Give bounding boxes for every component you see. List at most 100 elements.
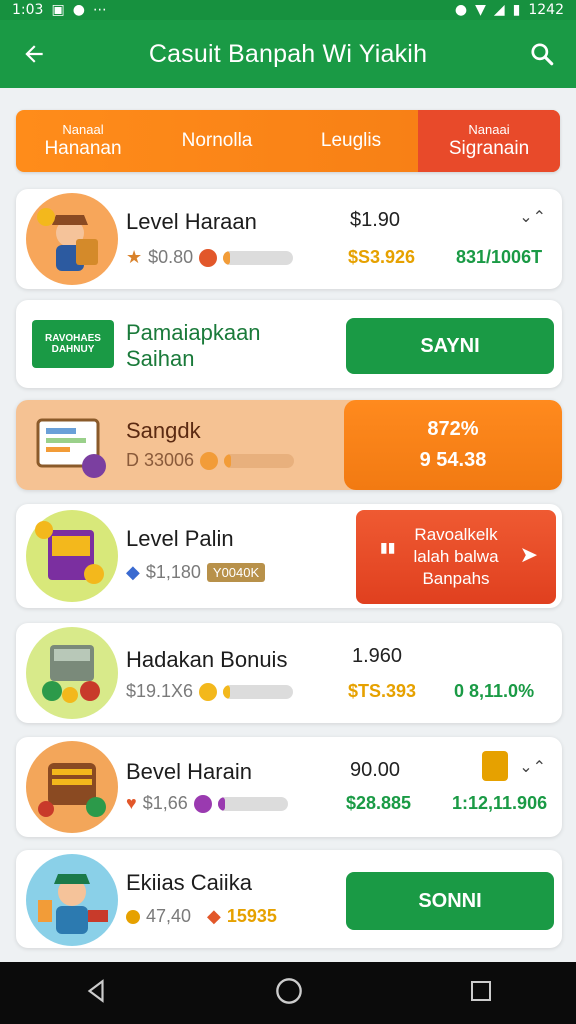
- ravoalkelk-button[interactable]: Ravoalkelk lalah balwa Banpahs ▮▮ ➤: [356, 510, 556, 604]
- item-sub-value: 47,40: [146, 906, 192, 926]
- arrow-right-icon: ➤: [519, 542, 538, 567]
- wifi-icon: ▼: [475, 2, 486, 18]
- item-sub-value: $1,66: [142, 793, 188, 813]
- item-sub-value: $1,180: [145, 562, 201, 582]
- item-price: $1.90: [350, 209, 401, 231]
- avatar: [26, 627, 118, 719]
- status-time: 1:03: [12, 2, 44, 18]
- item-name: Hadakan Bonuis: [126, 647, 288, 672]
- amount-value: 9 54.38: [419, 449, 487, 471]
- search-icon[interactable]: [526, 38, 558, 70]
- tab-label: Leuglis: [320, 130, 382, 151]
- star-icon: ★: [126, 247, 143, 267]
- notification-icon: ▣: [51, 2, 65, 18]
- item-subtitle: ♥ $1,66: [126, 793, 288, 814]
- item-name: Sangdk: [126, 418, 201, 443]
- coin-icon: [193, 794, 212, 813]
- more-icon: ⋯: [92, 2, 107, 18]
- progress-fill: [217, 796, 225, 811]
- item-green-value: $28.885: [346, 793, 412, 813]
- tab-bar: Nanaal Hananan Nornolla Leuglis Nanaai S…: [16, 110, 560, 172]
- item-sub-value: $19.1X6: [126, 681, 194, 701]
- item-green-value-2: 1:12,11.906: [452, 793, 548, 813]
- list-item-level-palin[interactable]: Level Palin ◆ $1,180 Y0040K Ravoalkelk l…: [16, 504, 562, 608]
- item-name: Bevel Harain: [126, 759, 252, 784]
- list-item-pamaiapkaan[interactable]: RAVOHAES DAHNUY Pamaiapkaan Saihan SAYNI: [16, 300, 562, 388]
- fire-icon: ◆: [207, 906, 221, 926]
- item-green-value: 831/1006T: [456, 247, 543, 267]
- badge-logo: RAVOHAES DAHNUY: [32, 320, 114, 368]
- saynI-button[interactable]: SAYNI: [346, 318, 554, 374]
- list-item-level-haraan[interactable]: Level Haraan ★ $0.80 $1.90 $S3.926 831/1…: [16, 189, 562, 289]
- back-nav-icon[interactable]: [83, 978, 109, 1009]
- app-bar: Casuit Banpah Wi Yiakih: [0, 20, 576, 88]
- progress-fill: [223, 684, 231, 699]
- tab-leuglis[interactable]: Leuglis: [284, 110, 418, 172]
- coin-icon: [199, 682, 218, 701]
- progress-bar: [223, 250, 294, 265]
- item-gold-value: $TS.393: [348, 681, 417, 701]
- tablet-icon: [34, 414, 114, 483]
- coin-icon: [199, 248, 218, 267]
- item-price: 90.00: [350, 759, 401, 781]
- status-bar: 1:03 ▣ ● ⋯ ● ▼ ◢ ▮ 1242: [0, 0, 576, 20]
- progress-bar: [223, 684, 294, 699]
- signal-icon: ◢: [493, 2, 505, 18]
- chevron-toggle-icon[interactable]: ⌄⌃: [519, 757, 546, 777]
- item-subtitle: $19.1X6: [126, 681, 294, 702]
- item-green-value: 0 8,11.0%: [454, 681, 535, 701]
- item-title-line2: Saihan: [126, 346, 195, 371]
- progress-fill: [223, 250, 231, 265]
- list-item-bevel-harain[interactable]: Bevel Harain ♥ $1,66 90.00 $28.885 1:12,…: [16, 737, 562, 837]
- coin-stack-icon: [482, 751, 508, 781]
- item-gold-value: $S3.926: [348, 247, 416, 267]
- button-line2: lalah balwa: [413, 547, 499, 566]
- system-nav-bar: [0, 962, 576, 1024]
- list-item-sangdk[interactable]: Sangdk D 33006 872% 9 54.38: [16, 400, 562, 490]
- percent-value: 872%: [427, 418, 479, 440]
- item-sub-value: D 33006: [126, 450, 195, 470]
- coin-icon: [126, 909, 140, 924]
- tab-small-label: Nanaai: [468, 122, 510, 137]
- tab-label: Sigranain: [448, 138, 530, 159]
- item-subtitle: ◆ $1,180 Y0040K: [126, 562, 266, 583]
- item-subtitle: ★ $0.80: [126, 247, 294, 268]
- tab-label: Hananan: [44, 138, 122, 159]
- item-name: Ekiias Caiika: [126, 870, 252, 895]
- heart-icon: ♥: [126, 793, 137, 813]
- item-title-line1: Pamaiapkaan: [126, 320, 261, 345]
- item-price: 1.960: [352, 645, 403, 667]
- item-subtitle: D 33006: [126, 450, 295, 471]
- progress-bar: [224, 453, 295, 468]
- home-nav-icon[interactable]: [275, 977, 303, 1010]
- item-name: Level Palin: [126, 526, 234, 551]
- progress-fill: [224, 453, 232, 468]
- location-icon: ●: [454, 2, 468, 18]
- stats-panel[interactable]: 872% 9 54.38: [344, 400, 562, 490]
- tab-nornolla[interactable]: Nornolla: [150, 110, 284, 172]
- avatar: [26, 854, 118, 946]
- item-subtitle: 47,40 ◆ 15935: [126, 906, 277, 927]
- tab-sigranain[interactable]: Nanaai Sigranain: [418, 110, 560, 172]
- button-line3: Banpahs: [422, 569, 490, 588]
- item-tag: Y0040K: [206, 563, 266, 582]
- recents-nav-icon[interactable]: [469, 979, 493, 1008]
- sonni-button[interactable]: SONNI: [346, 872, 554, 930]
- coin-icon: [200, 451, 219, 470]
- page-title: Casuit Banpah Wi Yiakih: [148, 39, 428, 68]
- list-item-hadakan-bonuis[interactable]: Hadakan Bonuis $19.1X6 1.960 $TS.393 0 8…: [16, 623, 562, 723]
- pause-icon: ▮▮: [380, 539, 396, 555]
- back-arrow-icon[interactable]: [18, 38, 50, 70]
- item-sub-value: $0.80: [148, 247, 194, 267]
- list-item-ekiias-caiika[interactable]: Ekiias Caiika 47,40 ◆ 15935 SONNI: [16, 850, 562, 948]
- item-name: Level Haraan: [126, 209, 257, 234]
- avatar: [26, 741, 118, 833]
- tab-label: Nornolla: [181, 130, 253, 151]
- tab-small-label: Nanaal: [62, 122, 104, 137]
- shield-icon: ◆: [126, 562, 140, 582]
- button-line1: Ravoalkelk: [414, 525, 498, 544]
- chevron-toggle-icon[interactable]: ⌄⌃: [519, 207, 546, 227]
- tab-hananan[interactable]: Nanaal Hananan: [16, 110, 150, 172]
- progress-bar: [217, 796, 288, 811]
- avatar: [26, 510, 118, 602]
